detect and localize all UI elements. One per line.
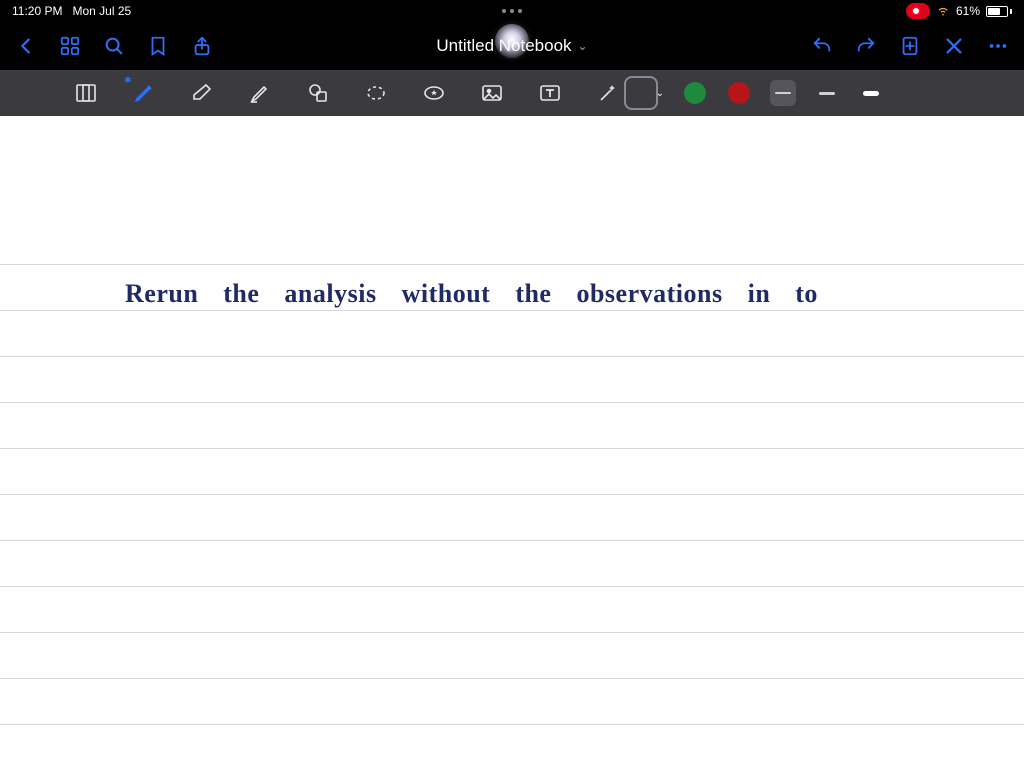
pen-tool[interactable]: ✱ <box>130 79 158 107</box>
tool-toolbar: ✱ ⌄ <box>0 70 1024 116</box>
search-button[interactable] <box>102 34 126 58</box>
rule-line <box>0 264 1024 265</box>
undo-button[interactable] <box>810 34 834 58</box>
handwritten-line: Rerun the analysis without the observati… <box>125 279 818 309</box>
wifi-icon <box>936 3 950 20</box>
color-swatch-red[interactable] <box>726 80 752 106</box>
rule-line <box>0 632 1024 633</box>
lasso-tool[interactable] <box>362 79 390 107</box>
status-date: Mon Jul 25 <box>72 4 131 18</box>
status-time: 11:20 PM <box>12 4 62 18</box>
record-icon <box>912 7 920 15</box>
bookmark-button[interactable] <box>146 34 170 58</box>
rule-line <box>0 586 1024 587</box>
more-button[interactable] <box>986 34 1010 58</box>
add-page-button[interactable] <box>898 34 922 58</box>
back-button[interactable] <box>14 34 38 58</box>
title-text: Untitled Notebook <box>436 36 571 56</box>
status-center <box>502 9 522 13</box>
document-title[interactable]: Untitled Notebook ⌄ <box>436 36 587 56</box>
rule-line <box>0 540 1024 541</box>
close-button[interactable] <box>942 34 966 58</box>
share-button[interactable] <box>190 34 214 58</box>
chevron-down-icon: ⌄ <box>578 39 588 53</box>
shapes-tool[interactable] <box>304 79 332 107</box>
stroke-thin[interactable] <box>770 80 796 106</box>
rule-line <box>0 494 1024 495</box>
status-bar: 11:20 PM Mon Jul 25 61% <box>0 0 1024 22</box>
color-swatch-blue[interactable] <box>626 78 656 108</box>
stroke-medium[interactable] <box>814 80 840 106</box>
app-header: Untitled Notebook ⌄ <box>0 22 1024 70</box>
laser-tool[interactable] <box>594 79 622 107</box>
eraser-tool[interactable] <box>188 79 216 107</box>
color-swatch-green[interactable] <box>682 80 708 106</box>
screen-record-pill[interactable] <box>906 3 930 19</box>
bluetooth-icon: ✱ <box>124 75 132 86</box>
chevron-down-icon: ⌄ <box>656 88 664 99</box>
highlighter-tool[interactable] <box>246 79 274 107</box>
grid-view-button[interactable] <box>58 34 82 58</box>
rule-line <box>0 356 1024 357</box>
note-canvas[interactable]: Rerun the analysis without the observati… <box>0 116 1024 768</box>
image-tool[interactable] <box>478 79 506 107</box>
multitask-dots-icon[interactable] <box>502 9 522 13</box>
redo-button[interactable] <box>854 34 878 58</box>
rule-line <box>0 448 1024 449</box>
rule-line <box>0 310 1024 311</box>
page-layout-tool[interactable] <box>72 79 100 107</box>
rule-line <box>0 678 1024 679</box>
rule-line <box>0 402 1024 403</box>
text-tool[interactable] <box>536 79 564 107</box>
stroke-thick[interactable] <box>858 80 884 106</box>
rule-line <box>0 724 1024 725</box>
favorites-tool[interactable] <box>420 79 448 107</box>
battery-icon <box>986 6 1012 17</box>
battery-percent: 61% <box>956 4 980 18</box>
